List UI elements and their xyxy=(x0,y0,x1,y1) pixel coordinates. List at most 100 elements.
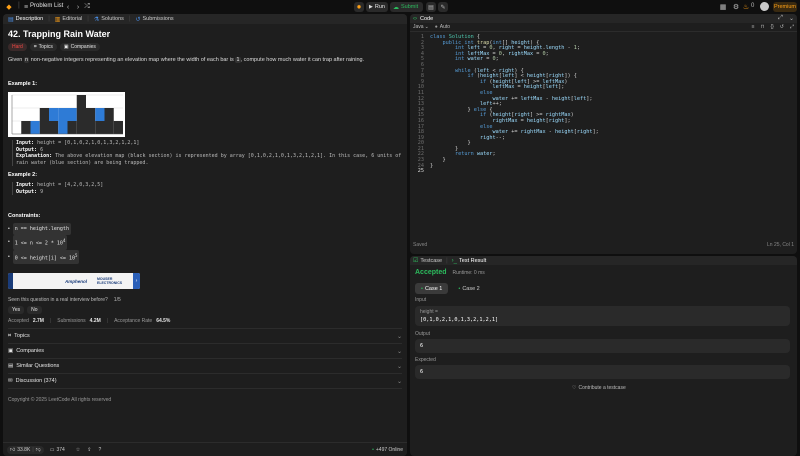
settings-icon[interactable]: ⚙ xyxy=(732,3,740,11)
companies-label: Companies xyxy=(70,44,96,50)
ad-brand-text-2: MOUSER ELECTRONICS xyxy=(97,277,123,285)
case-2-tab[interactable]: • Case 2 xyxy=(452,283,485,294)
terminal-icon: ›_ xyxy=(451,257,458,264)
output-label: Output: xyxy=(16,188,38,195)
prev-problem-icon[interactable]: ‹ xyxy=(64,3,72,11)
case-tabs: • Case 1 • Case 2 xyxy=(415,283,486,294)
companies-tag[interactable]: ▣ Companies xyxy=(59,43,100,51)
play-icon: ▶ xyxy=(369,4,373,10)
expected-box: 6 xyxy=(415,365,790,379)
case-1-tab[interactable]: • Case 1 xyxy=(415,283,449,294)
maximize-icon[interactable]: ⤢ xyxy=(778,15,783,22)
bottom-bar: 👍︎ 33.8K | 👎︎ ▭ 374 ☆ ⇪ ? • +497 Online xyxy=(3,442,407,456)
tab-editorial[interactable]: ▥ Editorial xyxy=(53,16,85,23)
section-topics[interactable]: ⌗ Topics ⌄ xyxy=(8,329,402,343)
tab-label: Test Result xyxy=(459,257,487,264)
divider: | xyxy=(446,257,448,264)
problem-list-link[interactable]: Problem List xyxy=(30,3,63,9)
avatar[interactable] xyxy=(760,2,769,11)
code-text: } xyxy=(430,162,434,169)
divider: | xyxy=(87,16,89,22)
shuffle-icon[interactable]: ⤮ xyxy=(83,3,91,11)
constraint-text: 0 <= height[i] <= 10 xyxy=(14,255,75,262)
section-companies[interactable]: ▣ Companies ⌄ xyxy=(8,344,402,358)
chevron-down-icon: ⌄ xyxy=(396,363,402,370)
tab-label: Editorial xyxy=(62,16,83,22)
chevron-down-icon: ⌄ xyxy=(396,348,402,355)
param-name: height = xyxy=(420,309,438,315)
layout-icon[interactable]: ▦ xyxy=(719,3,727,11)
constraint-2: 1 <= n <= 2 * 104 xyxy=(12,235,68,250)
yes-button[interactable]: Yes xyxy=(8,306,25,314)
code-editor[interactable]: 1 class Solution {2 public int trap(int[]… xyxy=(410,34,797,175)
heart-icon: ♡ xyxy=(572,385,577,391)
editor-status-bar: Saved Ln 25, Col 1 xyxy=(410,242,797,248)
debug-button[interactable]: ✹ xyxy=(354,2,364,12)
section-similar-questions[interactable]: ▤ Similar Questions ⌄ xyxy=(8,359,402,373)
lock-icon: ▣ xyxy=(8,348,14,354)
tab-submissions[interactable]: ↺ Submissions xyxy=(133,16,175,23)
tab-solutions[interactable]: ⚗ Solutions xyxy=(92,16,126,23)
chevron-down-icon: ⌄ xyxy=(396,333,402,340)
comments-count: 374 xyxy=(56,446,65,453)
contribute-label: Contribute a testcase xyxy=(578,385,626,391)
test-tabs: ☑ Testcase | ›_ Test Result xyxy=(410,256,797,265)
water-bar xyxy=(30,121,40,134)
contribute-testcase-button[interactable]: ♡ Contribute a testcase xyxy=(572,385,626,391)
result-status: Accepted xyxy=(415,269,447,276)
input-label: Input: xyxy=(16,182,35,188)
advertisement-banner[interactable]: Amphenol MOUSER ELECTRONICS › xyxy=(8,273,140,289)
flask-icon: ⚗ xyxy=(93,16,100,23)
note-icon: ▤ xyxy=(428,4,434,11)
topics-tag[interactable]: ⌗ Topics xyxy=(29,43,57,51)
chevron-down-icon: ⌄ xyxy=(424,24,429,30)
auto-label: Auto xyxy=(439,24,451,30)
bookmark-icon[interactable]: ⊓ xyxy=(761,24,765,30)
checkbox-icon: ☑ xyxy=(413,258,419,264)
desc-text: non-negative integers representing an el… xyxy=(30,57,234,63)
tab-description[interactable]: ▤ Description xyxy=(6,16,45,23)
rate-value: 64.5% xyxy=(156,318,171,324)
output-value: 9 xyxy=(40,188,44,195)
auto-toggle[interactable]: ● Auto xyxy=(435,24,450,30)
like-button[interactable]: 👍︎ 33.8K | 👎︎ xyxy=(7,445,44,454)
code-line[interactable]: 25 xyxy=(410,169,797,175)
format-icon[interactable]: ≡ xyxy=(752,24,755,30)
copyright-text: Copyright © 2025 LeetCode All rights res… xyxy=(8,397,112,403)
example-1-title: Example 1: xyxy=(8,81,38,87)
section-label: Discussion (374) xyxy=(15,378,57,384)
section-label: Similar Questions xyxy=(16,363,60,369)
input-value: height = [4,2,0,3,2,5] xyxy=(37,182,104,188)
expand-icon[interactable]: ⤢ xyxy=(790,24,794,30)
code-header: ‹› Code ⤢ ⌄ xyxy=(410,14,797,23)
next-problem-icon[interactable]: › xyxy=(74,3,82,11)
fire-icon[interactable]: ♨ xyxy=(742,3,750,11)
online-status: • +497 Online xyxy=(372,447,403,453)
section-label: Companies xyxy=(16,348,45,354)
notes-button[interactable]: ▤ xyxy=(426,2,436,12)
top-bar: ◆ | ≡ Problem List ‹ › ⤮ ✹ ▶ Run ☁ Submi… xyxy=(0,0,800,14)
dot-icon: • xyxy=(421,285,423,292)
no-button[interactable]: No xyxy=(27,306,42,314)
leetcode-logo-icon[interactable]: ◆ xyxy=(5,3,13,11)
comments-button[interactable]: ▭ 374 xyxy=(50,447,65,453)
tab-test-result[interactable]: ›_ Test Result xyxy=(452,258,487,264)
reset-icon[interactable]: ↺ xyxy=(780,24,784,30)
braces-icon[interactable]: {} xyxy=(770,24,773,30)
help-icon[interactable]: ? xyxy=(98,447,101,453)
share-icon[interactable]: ⇪ xyxy=(87,447,91,453)
premium-button[interactable]: Premium xyxy=(773,2,797,12)
tag-icon: ⌗ xyxy=(33,44,37,50)
whiteboard-button[interactable]: ✎ xyxy=(438,2,448,12)
language-select[interactable]: Java ⌄ xyxy=(413,24,429,30)
section-discussion[interactable]: ✉ Discussion (374) ⌄ xyxy=(8,374,402,388)
run-button[interactable]: ▶ Run xyxy=(366,2,388,12)
output-value: 6 xyxy=(40,146,44,153)
submit-button[interactable]: ☁ Submit xyxy=(390,2,423,12)
saved-status: Saved xyxy=(413,242,428,248)
result-summary: Accepted Runtime: 0 ms xyxy=(415,269,485,276)
star-icon[interactable]: ☆ xyxy=(76,447,80,453)
tab-testcase[interactable]: ☑ Testcase xyxy=(413,257,442,265)
document-icon: ▤ xyxy=(8,363,14,369)
minimize-icon[interactable]: ⌄ xyxy=(789,15,794,22)
